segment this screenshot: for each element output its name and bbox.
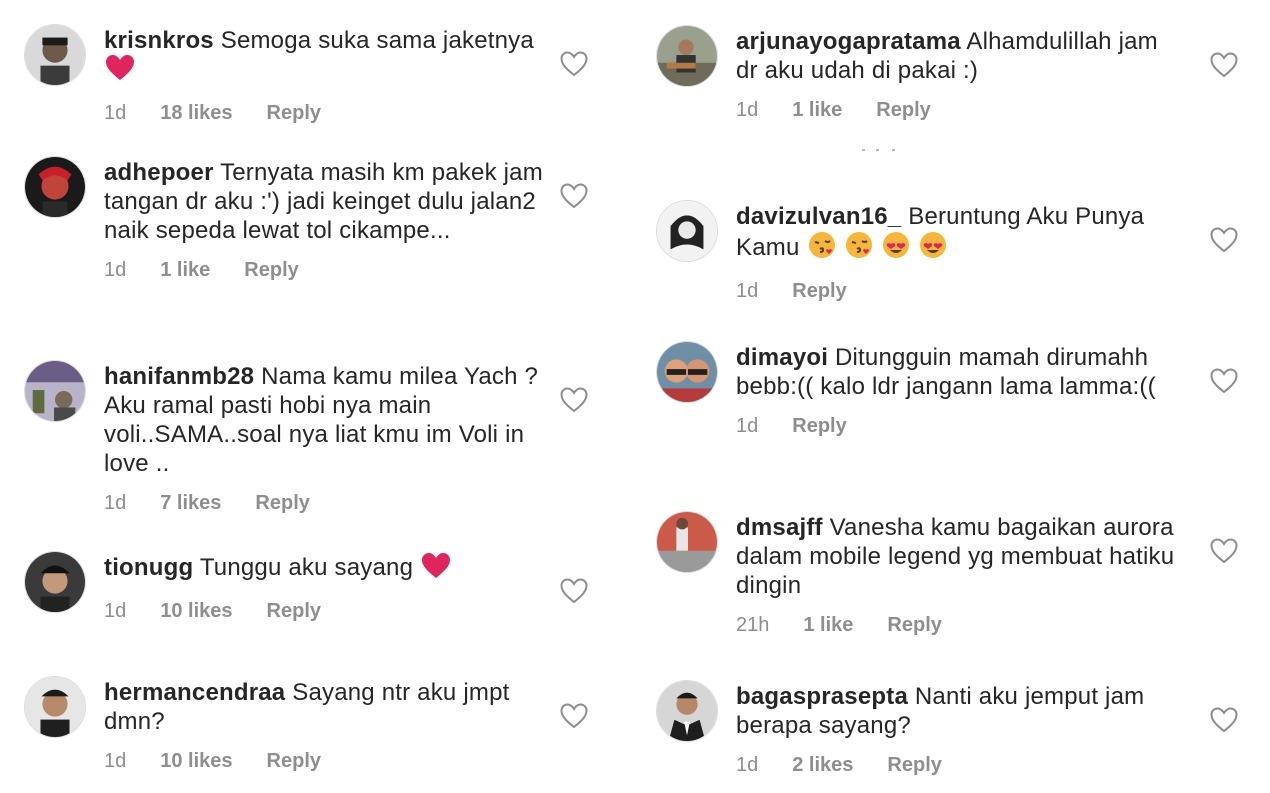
likes-count[interactable]: 18 likes — [160, 102, 232, 125]
comment-body: bagasprasepta Nanti aku jemput jam berap… — [736, 682, 1176, 777]
like-heart-icon[interactable] — [560, 387, 588, 413]
avatar[interactable] — [24, 24, 86, 86]
comment-text: krisnkros Semoga suka sama jaketnya — [104, 26, 544, 88]
kissing-face-emoji-icon — [808, 231, 836, 266]
username-link[interactable]: bagasprasepta — [736, 683, 908, 710]
comment-text: bagasprasepta Nanti aku jemput jam berap… — [736, 682, 1176, 740]
avatar[interactable] — [656, 680, 718, 742]
likes-count[interactable]: 10 likes — [160, 750, 232, 773]
comment-message: Semoga suka sama jaketnya — [220, 27, 534, 54]
comment-text: arjunayogapratama Alhamdulillah jam dr a… — [736, 27, 1176, 85]
red-heart-emoji-icon — [106, 55, 134, 88]
reply-button[interactable]: Reply — [267, 102, 321, 125]
comment-time: 1d — [736, 754, 759, 776]
username-link[interactable]: dimayoi — [736, 344, 828, 371]
comment-meta: 1d 10 likes Reply — [104, 600, 544, 623]
comment-text: hermancendraa Sayang ntr aku jmpt dmn? — [104, 678, 544, 736]
likes-count[interactable]: 10 likes — [160, 600, 232, 623]
comments-column-right: arjunayogapratama Alhamdulillah jam dr a… — [632, 0, 1270, 793]
like-heart-icon[interactable] — [560, 51, 588, 77]
like-heart-icon[interactable] — [1210, 538, 1238, 564]
comment-time: 1d — [104, 750, 127, 772]
comment-meta: 1d Reply — [736, 415, 1176, 438]
comment-text: tionugg Tunggu aku sayang — [104, 553, 544, 586]
reply-button[interactable]: Reply — [267, 750, 321, 773]
avatar[interactable] — [656, 341, 718, 403]
comment-body: hanifanmb28 Nama kamu milea Yach ? Aku r… — [104, 362, 544, 515]
comment-text: dimayoi Ditungguin mamah dirumahh bebb:(… — [736, 343, 1176, 401]
likes-count[interactable]: 1 like — [792, 99, 842, 122]
like-heart-icon[interactable] — [1210, 368, 1238, 394]
comment-body: arjunayogapratama Alhamdulillah jam dr a… — [736, 27, 1176, 122]
username-link[interactable]: hermancendraa — [104, 679, 285, 706]
likes-count[interactable]: 7 likes — [160, 492, 221, 515]
comment-body: krisnkros Semoga suka sama jaketnya 1d 1… — [104, 26, 544, 125]
comment-time: 1d — [736, 99, 759, 121]
comment-meta: 1d 1 like Reply — [104, 259, 544, 282]
reply-button[interactable]: Reply — [887, 614, 941, 637]
heart-eyes-emoji-icon — [882, 231, 910, 266]
reply-button[interactable]: Reply — [255, 492, 309, 515]
comment-body: adhepoer Ternyata masih km pakek jam tan… — [104, 158, 544, 282]
comment-time: 1d — [736, 280, 759, 302]
username-link[interactable]: adhepoer — [104, 159, 214, 186]
comment-text: dmsajff Vanesha kamu bagaikan aurora dal… — [736, 513, 1176, 600]
comment-meta: 1d 18 likes Reply — [104, 102, 544, 125]
like-heart-icon[interactable] — [560, 703, 588, 729]
comment-time: 1d — [104, 600, 127, 622]
username-link[interactable]: krisnkros — [104, 27, 214, 54]
comment-text: adhepoer Ternyata masih km pakek jam tan… — [104, 158, 544, 245]
comment-text: hanifanmb28 Nama kamu milea Yach ? Aku r… — [104, 362, 544, 478]
comment-text: davizulvan16_ Beruntung Aku Punya Kamu — [736, 202, 1176, 266]
comment-body: tionugg Tunggu aku sayang 1d 10 likes Re… — [104, 553, 544, 623]
reply-button[interactable]: Reply — [244, 259, 298, 282]
comment-meta: 1d 10 likes Reply — [104, 750, 544, 773]
red-heart-emoji-icon — [422, 553, 451, 586]
avatar[interactable] — [24, 551, 86, 613]
comment-meta: 1d Reply — [736, 280, 1176, 303]
comment-body: dimayoi Ditungguin mamah dirumahh bebb:(… — [736, 343, 1176, 438]
kissing-face-emoji-icon — [845, 231, 873, 266]
username-link[interactable]: dmsajff — [736, 514, 823, 541]
comment-time: 1d — [736, 415, 759, 437]
reply-button[interactable]: Reply — [792, 415, 846, 438]
comment-time: 1d — [104, 259, 127, 281]
like-heart-icon[interactable] — [560, 578, 588, 604]
crop-artifact — [862, 149, 895, 151]
username-link[interactable]: davizulvan16_ — [736, 203, 901, 230]
reply-button[interactable]: Reply — [792, 280, 846, 303]
comment-time: 21h — [736, 614, 770, 636]
comment-time: 1d — [104, 492, 127, 514]
avatar[interactable] — [24, 676, 86, 738]
comment-body: hermancendraa Sayang ntr aku jmpt dmn? 1… — [104, 678, 544, 773]
like-heart-icon[interactable] — [1210, 52, 1238, 78]
avatar[interactable] — [24, 360, 86, 422]
comment-meta: 1d 7 likes Reply — [104, 492, 544, 515]
comment-meta: 1d 1 like Reply — [736, 99, 1176, 122]
username-link[interactable]: hanifanmb28 — [104, 363, 254, 390]
avatar[interactable] — [656, 511, 718, 573]
heart-eyes-emoji-icon — [919, 231, 947, 266]
avatar[interactable] — [656, 200, 718, 262]
avatar[interactable] — [24, 156, 86, 218]
comment-time: 1d — [104, 102, 127, 124]
likes-count[interactable]: 2 likes — [792, 754, 853, 777]
likes-count[interactable]: 1 like — [803, 614, 853, 637]
like-heart-icon[interactable] — [1210, 227, 1238, 253]
comment-body: davizulvan16_ Beruntung Aku Punya Kamu 1… — [736, 202, 1176, 303]
username-link[interactable]: tionugg — [104, 554, 193, 581]
comment-meta: 21h 1 like Reply — [736, 614, 1176, 637]
likes-count[interactable]: 1 like — [160, 259, 210, 282]
comment-message: Tunggu aku sayang — [199, 554, 414, 581]
reply-button[interactable]: Reply — [876, 99, 930, 122]
reply-button[interactable]: Reply — [267, 600, 321, 623]
avatar[interactable] — [656, 25, 718, 87]
username-link[interactable]: arjunayogapratama — [736, 28, 961, 55]
comments-column-left: krisnkros Semoga suka sama jaketnya 1d 1… — [0, 0, 620, 793]
comment-body: dmsajff Vanesha kamu bagaikan aurora dal… — [736, 513, 1176, 637]
comment-meta: 1d 2 likes Reply — [736, 754, 1176, 777]
reply-button[interactable]: Reply — [887, 754, 941, 777]
like-heart-icon[interactable] — [1210, 707, 1238, 733]
like-heart-icon[interactable] — [560, 183, 588, 209]
